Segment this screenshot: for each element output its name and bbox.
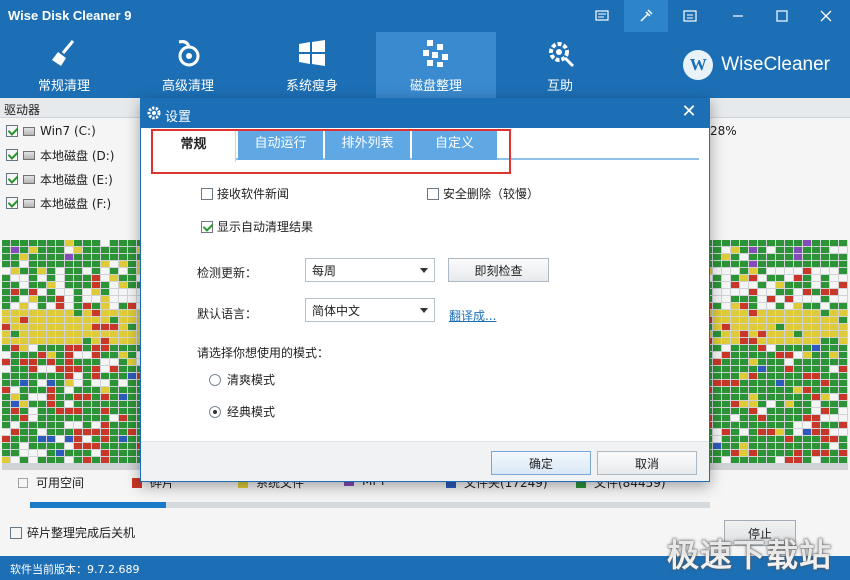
cancel-button[interactable]: 取消 bbox=[597, 451, 697, 475]
language-select[interactable]: 简体中文 bbox=[305, 298, 435, 322]
dialog-title: 设置 bbox=[165, 110, 192, 125]
ok-button[interactable]: 确定 bbox=[491, 451, 591, 475]
mode-option-classic[interactable]: 经典模式 bbox=[209, 403, 275, 420]
wisecleaner-logo-icon: W bbox=[683, 50, 714, 80]
tab-advanced-clean[interactable]: 高级清理 bbox=[128, 32, 248, 98]
chevron-down-icon bbox=[420, 268, 428, 273]
brand[interactable]: W WiseCleaner bbox=[683, 50, 830, 80]
classic-mode-radio[interactable] bbox=[209, 405, 221, 418]
dialog-close-icon[interactable]: ✕ bbox=[679, 102, 699, 122]
language-label: 默认语言： bbox=[197, 307, 258, 321]
tab-label: 系统瘦身 bbox=[285, 79, 338, 94]
main-toolbar: 常规清理 高级清理 系统瘦身 磁盘整理 互助 W WiseCleaner bbox=[0, 32, 850, 98]
close-icon[interactable] bbox=[804, 0, 848, 32]
tab-label: 互助 bbox=[546, 79, 573, 94]
gear-icon bbox=[147, 106, 161, 120]
update-label: 检测更新： bbox=[197, 266, 258, 280]
option-label: 清爽模式 bbox=[227, 373, 276, 387]
select-value: 简体中文 bbox=[312, 303, 361, 318]
windows-icon bbox=[299, 40, 325, 66]
feedback-icon[interactable] bbox=[580, 0, 624, 32]
dialog-footer: 确定 取消 bbox=[141, 441, 709, 481]
tab-mutual-help[interactable]: 互助 bbox=[500, 32, 620, 98]
settings-dialog: 设置 ✕ 常规 自动运行 排外列表 自定义 接收软件新闻 安全删除（较慢） 显示… bbox=[140, 98, 710, 482]
dialog-title-bar: 设置 ✕ bbox=[141, 99, 709, 128]
tab-label: 磁盘整理 bbox=[409, 79, 462, 94]
tab-label: 常规清理 bbox=[37, 79, 90, 94]
secure-delete-option[interactable]: 安全删除（较慢） bbox=[427, 185, 539, 202]
version-label: 软件当前版本：9.7.2.689 bbox=[10, 563, 140, 576]
defrag-icon bbox=[423, 40, 448, 67]
option-label: 接收软件新闻 bbox=[217, 187, 290, 201]
check-now-button[interactable]: 即刻检查 bbox=[448, 258, 549, 282]
show-results-option[interactable]: 显示自动清理结果 bbox=[201, 218, 313, 235]
show-results-checkbox[interactable] bbox=[201, 220, 213, 233]
mode-option-fresh[interactable]: 清爽模式 bbox=[209, 371, 275, 388]
menu-icon[interactable] bbox=[668, 0, 712, 32]
maximize-icon[interactable] bbox=[760, 0, 804, 32]
minimize-icon[interactable] bbox=[716, 0, 760, 32]
tab-defrag[interactable]: 磁盘整理 bbox=[376, 32, 496, 98]
vacuum-icon bbox=[178, 40, 200, 67]
tab-label: 高级清理 bbox=[161, 79, 214, 94]
chevron-down-icon bbox=[420, 308, 428, 313]
tabs-highlight-box bbox=[151, 129, 511, 174]
tab-common-clean[interactable]: 常规清理 bbox=[4, 32, 124, 98]
update-frequency-select[interactable]: 每周 bbox=[305, 258, 435, 282]
broom-icon bbox=[52, 40, 75, 66]
app-title: Wise Disk Cleaner 9 bbox=[8, 8, 132, 23]
fresh-mode-radio[interactable] bbox=[209, 373, 221, 386]
tab-system-slim[interactable]: 系统瘦身 bbox=[252, 32, 372, 98]
option-label: 安全删除（较慢） bbox=[443, 187, 540, 201]
title-bar: Wise Disk Cleaner 9 bbox=[0, 0, 850, 32]
gear-wrench-icon bbox=[549, 42, 575, 68]
mode-label: 请选择你想使用的模式： bbox=[197, 346, 330, 360]
secure-delete-checkbox[interactable] bbox=[427, 187, 439, 200]
translate-link[interactable]: 翻译成... bbox=[449, 307, 496, 324]
select-value: 每周 bbox=[312, 263, 337, 278]
skin-icon[interactable] bbox=[624, 0, 668, 32]
option-label: 显示自动清理结果 bbox=[217, 220, 314, 234]
brand-name: WiseCleaner bbox=[721, 54, 830, 75]
receive-news-checkbox[interactable] bbox=[201, 187, 213, 200]
receive-news-option[interactable]: 接收软件新闻 bbox=[201, 185, 289, 202]
option-label: 经典模式 bbox=[227, 405, 276, 419]
